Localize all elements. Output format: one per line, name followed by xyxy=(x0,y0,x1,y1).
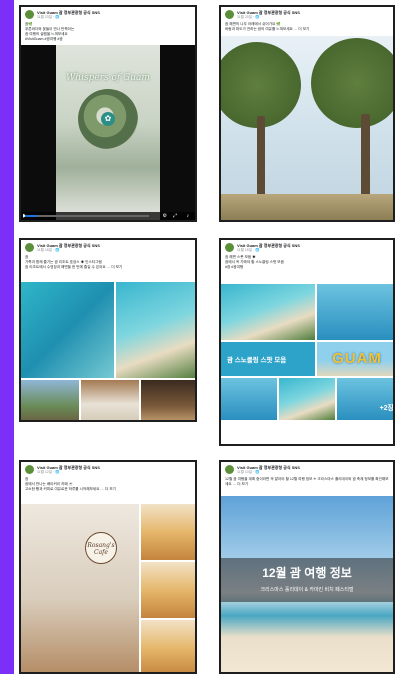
collage-photo-pool[interactable] xyxy=(21,282,114,378)
collage-photo-resort[interactable] xyxy=(21,380,79,420)
video-progress-fill xyxy=(25,215,38,217)
collage-photo-guam-sign[interactable]: GUAM xyxy=(317,342,393,376)
post-text: 괌 괌에서 만나는 베이커리 카페 ☕ 고소한 빵과 커피로 여유로운 하루를 … xyxy=(21,476,195,494)
collage-photo-room[interactable] xyxy=(81,380,139,420)
post-text: 괌 가족과 함께 즐기는 괌 리조트 호캉스 ☀ 인스타그램 괌 리조트에서 수… xyxy=(21,254,195,272)
post-header: Visit Guam 괌 정부관광청 공식 SNS 11월 12일 · 🌐 xyxy=(21,462,195,476)
collage-photo-dessert[interactable] xyxy=(141,620,195,672)
volume-icon[interactable]: ♪ xyxy=(187,213,190,219)
photo-collage[interactable]: Rosang's Cafe xyxy=(21,504,195,672)
collage-photo-beach[interactable] xyxy=(116,282,195,378)
collage-label-panel[interactable]: 괌 스노클링 스팟 모음 xyxy=(221,342,315,376)
collage-photo-sea[interactable] xyxy=(317,284,393,340)
video-progress[interactable] xyxy=(25,215,149,217)
post-card-december[interactable]: Visit Guam 괌 정부관광청 공식 SNS 11월 10일 · 🌐 12… xyxy=(219,460,395,674)
collage-photo-cafe[interactable]: Rosang's Cafe xyxy=(21,504,139,672)
post-time: 11월 15일 · 🌐 xyxy=(237,248,260,252)
tree-trunk xyxy=(257,116,265,196)
collage-photo-palms[interactable] xyxy=(221,284,315,340)
page-avatar[interactable] xyxy=(225,465,234,474)
collage-photo-more[interactable]: +2장 xyxy=(337,378,393,420)
post-header: Visit Guam 괌 정부관광청 공식 SNS 11월 20일 · 🌐 xyxy=(221,7,393,21)
page-avatar[interactable] xyxy=(25,243,34,252)
post-card-video[interactable]: Visit Guam 괌 정부관광청 공식 SNS 11월 23일 · 🌐 괌🌿… xyxy=(19,5,197,222)
post-text-line: #VisitGuam #괌여행 #괌 xyxy=(25,37,63,41)
video-controls: ▶ ⚙ ⤢ ♪ xyxy=(21,212,195,220)
guam-sign: GUAM xyxy=(332,350,382,367)
fullscreen-icon[interactable]: ⤢ xyxy=(173,213,177,219)
collage-photo-reef[interactable] xyxy=(221,378,277,420)
post-text-line: 괌 리조트에서 수영장과 해변을 한 번에 즐길 수 있어요 … 더 보기 xyxy=(25,265,123,269)
post-header: Visit Guam 괌 정부관광청 공식 SNS 11월 18일 · 🌐 xyxy=(21,240,195,254)
page-avatar[interactable] xyxy=(25,10,34,19)
sand xyxy=(221,194,393,220)
video-player[interactable]: Whispers of Guam ✿ ▶ ⚙ ⤢ ♪ xyxy=(21,45,195,220)
collage-photo-lamps[interactable] xyxy=(141,380,195,420)
post-text-line: 12월 괌 여행을 계획 중이라면 꼭 알아야 할 12월 여행 정보 ✈ 크리… xyxy=(225,477,389,486)
post-time: 11월 23일 · 🌐 xyxy=(37,15,60,19)
cafe-sign: Rosang's Cafe xyxy=(85,532,117,564)
post-time: 11월 20일 · 🌐 xyxy=(237,15,260,19)
post-card-snorkel[interactable]: Visit Guam 괌 정부관광청 공식 SNS 11월 15일 · 🌐 괌 … xyxy=(219,238,395,446)
collage-photo-shore[interactable] xyxy=(279,378,335,420)
photo-collage[interactable]: 괌 스노클링 스팟 모음 GUAM +2장 xyxy=(221,284,393,444)
photo-subtitle: 크리스마스 홀리데이 & 카마킨 비치 페스티벌 xyxy=(260,587,354,593)
post-header: Visit Guam 괌 정부관광청 공식 SNS 11월 15일 · 🌐 xyxy=(221,240,393,254)
post-card-photo[interactable]: Visit Guam 괌 정부관광청 공식 SNS 11월 20일 · 🌐 괌 … xyxy=(219,5,395,222)
post-header: Visit Guam 괌 정부관광청 공식 SNS 11월 23일 · 🌐 xyxy=(21,7,195,21)
page-avatar[interactable] xyxy=(25,465,34,474)
post-photo[interactable] xyxy=(221,36,393,220)
collage-photo-bread[interactable] xyxy=(141,562,195,618)
post-time: 11월 12일 · 🌐 xyxy=(37,470,60,474)
photo-title: 12월 괌 여행 정보 xyxy=(262,566,352,580)
collage-photo-pastry[interactable] xyxy=(141,504,195,560)
post-text: 12월 괌 여행을 계획 중이라면 꼭 알아야 할 12월 여행 정보 ✈ 크리… xyxy=(221,476,393,489)
post-header: Visit Guam 괌 정부관광청 공식 SNS 11월 10일 · 🌐 xyxy=(221,462,393,476)
post-card-cafe[interactable]: Visit Guam 괌 정부관광청 공식 SNS 11월 12일 · 🌐 괌 … xyxy=(19,460,197,674)
settings-icon[interactable]: ⚙ xyxy=(163,213,167,219)
post-photo[interactable]: 12월 괌 여행 정보 크리스마스 홀리데이 & 카마킨 비치 페스티벌 xyxy=(221,496,393,672)
post-text: 괌🌿 푸른바다와 꽃들이 만나 반짝이는 괌 여행의 설렘을 느껴보세요 #Vi… xyxy=(21,21,195,44)
guam-logo-icon: ✿ xyxy=(101,112,115,126)
post-text-line: 바람과 파도가 전하는 괌의 여유를 느껴보세요 … 더 보기 xyxy=(225,27,310,31)
collage-label: 괌 스노클링 스팟 모음 xyxy=(227,357,287,364)
video-title: Whispers of Guam xyxy=(66,73,150,83)
tree-trunk xyxy=(361,114,370,196)
post-text-line: 고소한 빵과 커피로 여유로운 하루를 시작해보세요 … 더 보기 xyxy=(25,487,116,491)
post-card-collage[interactable]: Visit Guam 괌 정부관광청 공식 SNS 11월 18일 · 🌐 괌 … xyxy=(19,238,197,422)
photo-collage[interactable] xyxy=(21,282,195,420)
wreath-graphic: ✿ xyxy=(78,89,138,149)
tree-canopy xyxy=(311,38,393,128)
page-avatar[interactable] xyxy=(225,10,234,19)
more-photos-count: +2장 xyxy=(379,405,393,412)
post-text: 괌 해변 스폿 모음 ☀ 괌에서 꼭 가봐야 할 스노클링 스팟 모음 #괌 #… xyxy=(221,254,393,272)
page-avatar[interactable] xyxy=(225,243,234,252)
post-text: 괌 해변의 나무 아래에서 쉬어가요 🌿 바람과 파도가 전하는 괌의 여유를 … xyxy=(221,21,393,34)
post-text-line: #괌 #괌여행 xyxy=(225,265,244,269)
post-time: 11월 18일 · 🌐 xyxy=(37,248,60,252)
video-frame: Whispers of Guam ✿ xyxy=(56,45,160,220)
post-time: 11월 10일 · 🌐 xyxy=(237,470,260,474)
feed-collage: Visit Guam 괌 정부관광청 공식 SNS 11월 23일 · 🌐 괌🌿… xyxy=(14,0,395,674)
